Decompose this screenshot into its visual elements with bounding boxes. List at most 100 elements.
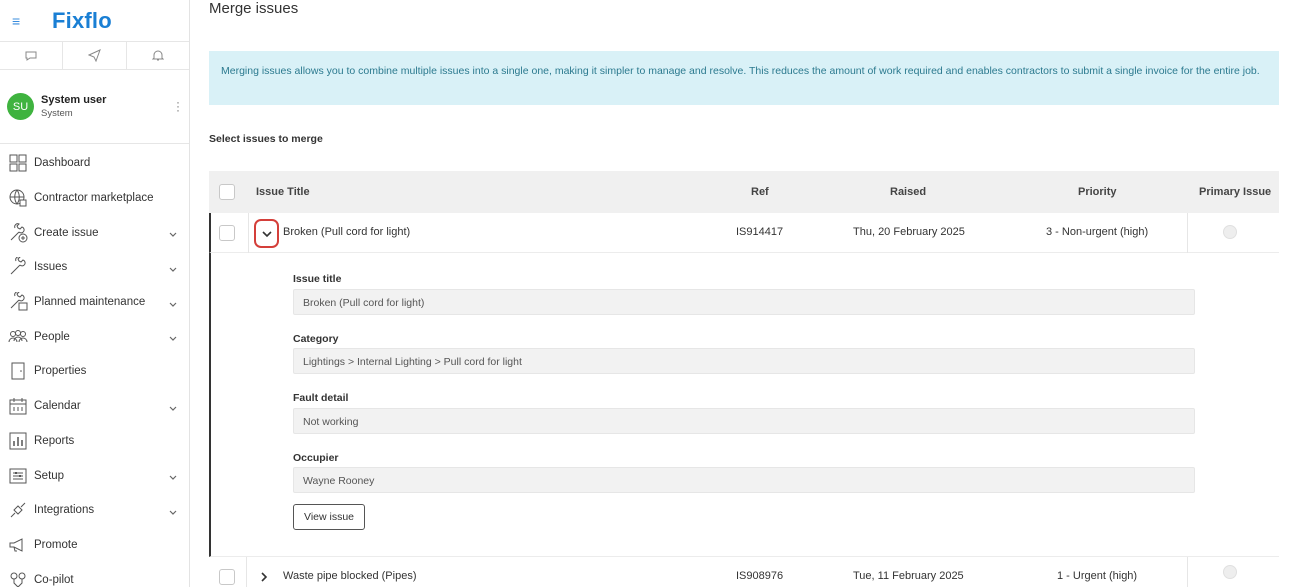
row-priority: 3 - Non-urgent (high) xyxy=(1046,226,1149,238)
messages-icon[interactable] xyxy=(0,42,64,69)
sidebar-item-dashboard[interactable]: Dashboard xyxy=(0,146,189,181)
plug-icon xyxy=(8,500,28,520)
row-ref: IS914417 xyxy=(736,226,784,238)
logo[interactable]: Fixflo xyxy=(52,8,112,34)
header-ref[interactable]: Ref xyxy=(751,186,769,198)
chevron-down-icon[interactable] xyxy=(169,505,177,519)
sidebar-item-label: Integrations xyxy=(34,504,95,517)
category-label: Category xyxy=(293,333,339,345)
bell-icon[interactable] xyxy=(127,42,189,69)
table-row[interactable]: Broken (Pull cord for light) IS914417 Th… xyxy=(209,213,1279,253)
user-profile[interactable]: SU System user System · · · xyxy=(0,70,189,144)
issue-title-label: Issue title xyxy=(293,273,342,285)
sidebar-item-people[interactable]: People xyxy=(0,319,189,354)
sidebar-item-co-pilot[interactable]: Co-pilot xyxy=(0,562,189,587)
fault-detail-label: Fault detail xyxy=(293,392,349,404)
send-icon[interactable] xyxy=(63,42,127,69)
info-banner: Merging issues allows you to combine mul… xyxy=(209,51,1279,105)
row-raised: Thu, 20 February 2025 xyxy=(853,226,965,238)
row-checkbox[interactable] xyxy=(219,225,235,241)
sidebar-item-label: Promote xyxy=(34,538,78,551)
chevron-down-icon xyxy=(261,230,272,237)
sidebar-item-label: Planned maintenance xyxy=(34,296,146,309)
hamburger-menu-icon[interactable]: ≡ xyxy=(12,14,24,28)
table-header: Issue Title Ref Raised Priority Primary … xyxy=(209,171,1279,213)
row-title: Broken (Pull cord for light) xyxy=(283,226,411,238)
section-label: Select issues to merge xyxy=(209,133,323,145)
wrench-icon xyxy=(8,257,28,277)
sidebar-item-integrations[interactable]: Integrations xyxy=(0,493,189,528)
chevron-down-icon[interactable] xyxy=(169,262,177,276)
row-title: Waste pipe blocked (Pipes) xyxy=(283,570,417,582)
row-divider xyxy=(248,213,249,253)
sidebar-item-label: Reports xyxy=(34,434,75,447)
table-row[interactable]: Waste pipe blocked (Pipes) IS908976 Tue,… xyxy=(209,557,1279,587)
quick-actions xyxy=(0,42,189,70)
sidebar-item-label: Create issue xyxy=(34,226,99,239)
sidebar-item-create-issue[interactable]: Create issue xyxy=(0,215,189,250)
page-title: Merge issues xyxy=(209,0,299,17)
sliders-icon xyxy=(8,466,28,486)
issue-title-field: Broken (Pull cord for light) xyxy=(293,289,1195,315)
row-priority: 1 - Urgent (high) xyxy=(1057,570,1138,582)
globe-icon xyxy=(8,188,28,208)
sidebar-item-properties[interactable]: Properties xyxy=(0,354,189,389)
view-issue-button[interactable]: View issue xyxy=(293,504,365,530)
sidebar-item-label: Co-pilot xyxy=(34,573,74,586)
avatar: SU xyxy=(7,93,34,120)
sidebar-item-calendar[interactable]: Calendar xyxy=(0,389,189,424)
header-issue-title[interactable]: Issue Title xyxy=(256,186,310,198)
expand-button[interactable] xyxy=(260,571,268,585)
bar-chart-icon xyxy=(8,431,28,451)
chevron-down-icon[interactable] xyxy=(169,227,177,241)
sidebar-nav: Dashboard Contractor marketplace Create is… xyxy=(0,144,189,587)
issue-details-panel: Issue title Broken (Pull cord for light)… xyxy=(209,253,1279,557)
sidebar-item-reports[interactable]: Reports xyxy=(0,424,189,459)
header-priority[interactable]: Priority xyxy=(1078,186,1117,198)
category-field: Lightings > Internal Lighting > Pull cor… xyxy=(293,348,1195,374)
copilot-icon xyxy=(8,570,28,587)
chevron-down-icon[interactable] xyxy=(169,470,177,484)
sidebar-item-label: Setup xyxy=(34,469,65,482)
dashboard-icon xyxy=(8,153,28,173)
occupier-field: Wayne Rooney xyxy=(293,467,1195,493)
sidebar-item-label: Calendar xyxy=(34,400,81,413)
sidebar-item-label: Issues xyxy=(34,261,68,274)
chevron-right-icon xyxy=(261,572,268,582)
chevron-down-icon[interactable] xyxy=(169,401,177,415)
primary-issue-radio[interactable] xyxy=(1223,565,1237,579)
brand-row: ≡ Fixflo xyxy=(0,0,189,42)
sidebar-item-label: Properties xyxy=(34,365,87,378)
sidebar-item-setup[interactable]: Setup xyxy=(0,458,189,493)
sidebar-item-label: People xyxy=(34,330,70,343)
issues-table: Issue Title Ref Raised Priority Primary … xyxy=(209,171,1279,587)
people-icon xyxy=(8,327,28,347)
collapse-button[interactable] xyxy=(254,219,279,248)
user-role: System xyxy=(41,108,73,119)
fault-detail-field: Not working xyxy=(293,408,1195,434)
sidebar-item-issues[interactable]: Issues xyxy=(0,250,189,285)
wrench-plus-icon xyxy=(8,222,28,243)
primary-issue-radio[interactable] xyxy=(1223,225,1237,239)
header-primary-issue[interactable]: Primary Issue xyxy=(1199,186,1271,198)
chevron-down-icon[interactable] xyxy=(169,331,177,345)
chevron-down-icon[interactable] xyxy=(169,297,177,311)
calendar-icon xyxy=(8,396,28,416)
header-raised[interactable]: Raised xyxy=(890,186,926,198)
row-divider xyxy=(1187,213,1188,253)
wrench-calendar-icon xyxy=(8,292,28,312)
row-checkbox[interactable] xyxy=(219,569,235,585)
sidebar-item-planned-maintenance[interactable]: Planned maintenance xyxy=(0,285,189,320)
row-raised: Tue, 11 February 2025 xyxy=(853,570,964,582)
occupier-label: Occupier xyxy=(293,452,339,464)
door-icon xyxy=(8,361,28,381)
user-name: System user xyxy=(41,94,107,106)
sidebar-item-label: Dashboard xyxy=(34,157,91,170)
user-menu-icon[interactable]: · · · xyxy=(176,96,180,116)
sidebar-item-promote[interactable]: Promote xyxy=(0,528,189,563)
row-divider xyxy=(1187,557,1188,587)
select-all-checkbox[interactable] xyxy=(219,184,235,200)
sidebar: ≡ Fixflo SU System user System · · · Dashb… xyxy=(0,0,190,587)
sidebar-item-contractor-marketplace[interactable]: Contractor marketplace xyxy=(0,181,189,216)
sidebar-item-label: Contractor marketplace xyxy=(34,192,154,205)
